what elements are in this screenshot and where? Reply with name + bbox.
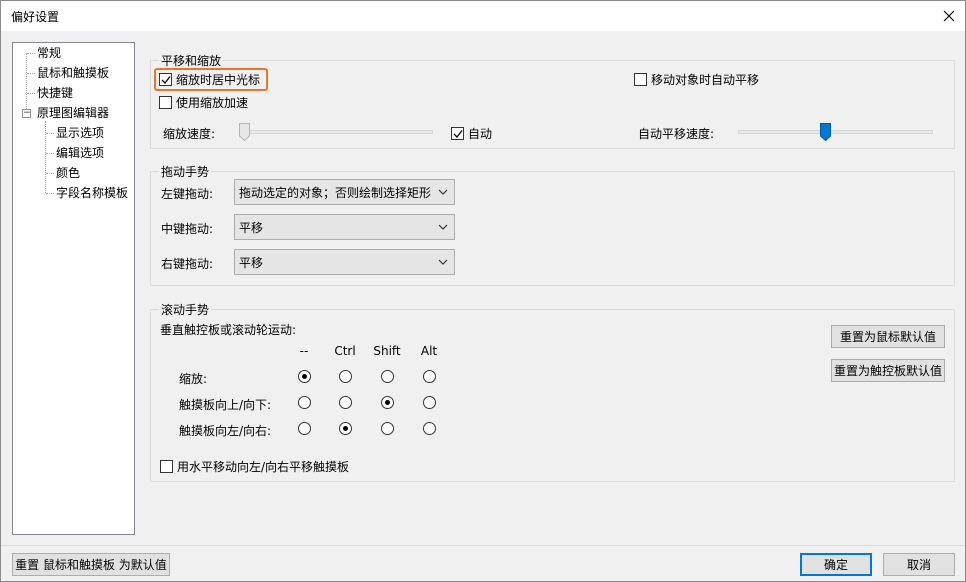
middle-drag-select[interactable]: 平移 [234,214,455,240]
tree-item-general[interactable]: 常规 [37,44,61,62]
reset-section-defaults-button[interactable]: 重置 鼠标和触摸板 为默认值 [12,553,170,576]
radio-touchpad-horizontal-ctrl[interactable] [339,422,352,435]
footer-divider [1,545,965,546]
zoom-speed-slider[interactable] [242,130,433,134]
radio-selected-dot [302,374,307,379]
zoom-acceleration-checkbox[interactable]: 使用缩放加速 [159,94,248,111]
reset-touchpad-defaults-button[interactable]: 重置为触控板默认值 [831,359,945,382]
zoom-speed-label: 缩放速度: [163,127,216,141]
radio-touchpad-horizontal-shift[interactable] [381,422,394,435]
tree-item-edit-options[interactable]: 编辑选项 [56,144,104,162]
left-drag-select[interactable]: 拖动选定的对象；否则绘制选择矩形 [234,179,455,205]
reset-mouse-defaults-button[interactable]: 重置为鼠标默认值 [831,325,945,348]
radio-zoom-ctrl[interactable] [339,370,352,383]
right-drag-select[interactable]: 平移 [234,249,455,275]
row-label-touchpad-horizontal: 触摸板向左/向右: [179,424,272,438]
chevron-down-icon [438,224,448,230]
radio-touchpad-vertical-ctrl[interactable] [339,396,352,409]
radio-touchpad-horizontal-alt[interactable] [423,422,436,435]
auto-pan-speed-slider[interactable] [738,130,933,134]
settings-tree: − 常规 鼠标和触摸板 快捷键 原理图编辑器 显示选项 编辑选项 颜色 字段名称… [12,42,135,535]
radio-selected-dot [385,400,390,405]
tree-item-mouse-touchpad[interactable]: 鼠标和触摸板 [37,64,109,82]
column-header-ctrl: Ctrl [334,344,356,358]
radio-zoom-alt[interactable] [423,370,436,383]
radio-selected-dot [343,426,348,431]
radio-touchpad-vertical-alt[interactable] [423,396,436,409]
tree-item-field-name-templates[interactable]: 字段名称模板 [56,184,128,202]
chevron-down-icon [438,189,448,195]
tree-item-display-options[interactable]: 显示选项 [56,124,104,142]
middle-drag-label: 中键拖动: [161,222,214,236]
scroll-gestures-title: 滚动手势 [159,301,212,318]
checkbox-box [451,127,464,140]
title-bar: 偏好设置 [1,1,965,31]
radio-touchpad-vertical-shift[interactable] [381,396,394,409]
radio-touchpad-horizontal-none[interactable] [298,422,311,435]
pan-zoom-group: 平移和缩放 [150,52,955,149]
scroll-subtitle: 垂直触控板或滚动轮运动: [160,323,297,337]
left-drag-label: 左键拖动: [161,187,214,201]
tree-item-colors[interactable]: 颜色 [56,164,80,182]
ok-button[interactable]: 确定 [800,553,872,576]
check-icon [453,129,463,138]
highlight-box [154,68,268,91]
auto-checkbox[interactable]: 自动 [451,125,492,142]
zoom-speed-slider-thumb[interactable] [239,123,250,141]
preferences-dialog: 偏好设置 − 常规 鼠标和触摸板 快捷键 原理图编辑器 显示选项 编辑选项 颜色… [0,0,966,582]
column-header-none: -- [299,344,309,358]
window-title: 偏好设置 [11,10,60,24]
close-button[interactable] [937,4,961,28]
tree-item-schematic-editor[interactable]: 原理图编辑器 [37,104,109,122]
radio-zoom-none[interactable] [298,370,311,383]
radio-touchpad-vertical-none[interactable] [298,396,311,409]
checkbox-box [159,96,172,109]
close-icon [943,10,955,22]
auto-pan-move-checkbox[interactable]: 移动对象时自动平移 [634,71,759,88]
auto-pan-speed-label: 自动平移速度: [638,127,715,141]
cancel-button[interactable]: 取消 [883,553,955,576]
column-header-shift: Shift [373,344,401,358]
right-drag-label: 右键拖动: [161,257,214,271]
checkbox-box [160,460,173,473]
collapse-icon[interactable]: − [22,109,31,118]
horizontal-pan-checkbox[interactable]: 用水平移动向左/向右平移触摸板 [160,458,349,475]
checkbox-box [634,73,647,86]
auto-pan-speed-slider-thumb[interactable] [820,123,831,141]
pan-zoom-title: 平移和缩放 [159,52,224,69]
radio-zoom-shift[interactable] [381,370,394,383]
row-label-zoom: 缩放: [179,372,208,386]
column-header-alt: Alt [420,344,438,358]
drag-gestures-title: 拖动手势 [159,163,212,180]
tree-item-shortcuts[interactable]: 快捷键 [37,84,73,102]
row-label-touchpad-vertical: 触摸板向上/向下: [179,398,272,412]
chevron-down-icon [438,259,448,265]
